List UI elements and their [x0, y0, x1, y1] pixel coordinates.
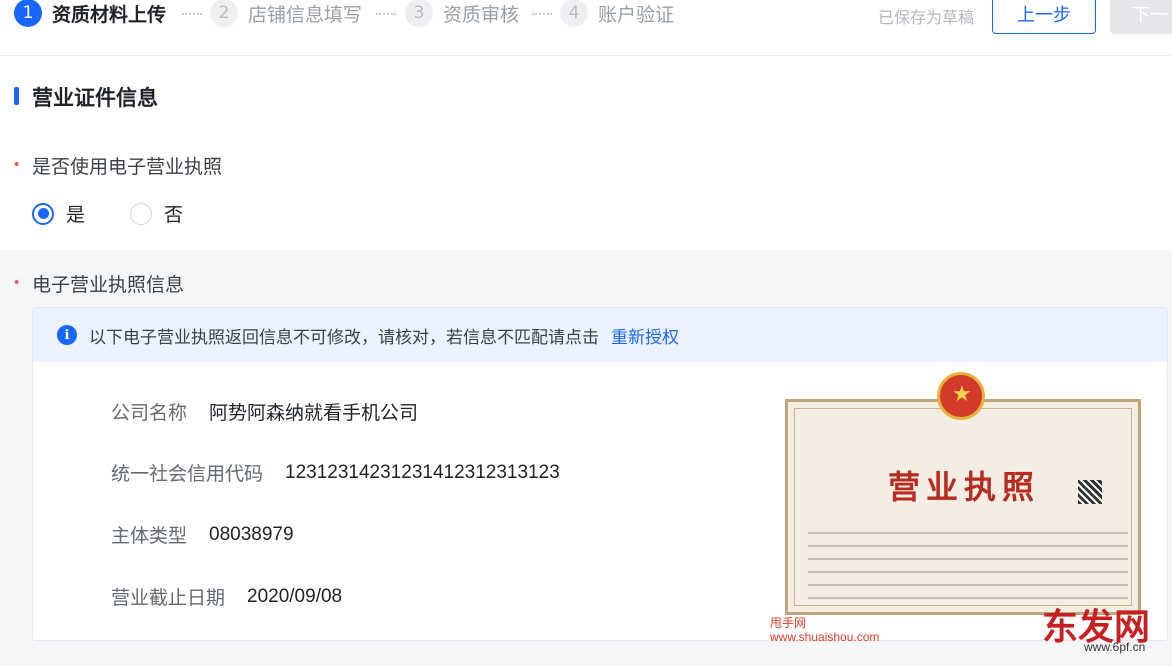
reauthorize-link[interactable]: 重新授权: [611, 323, 679, 348]
field-key: 主体类型: [111, 526, 188, 547]
radio-no[interactable]: 否: [130, 200, 183, 227]
step-1: 1 资质材料上传: [14, 0, 166, 28]
field-key: 营业截止日期: [111, 588, 226, 609]
section-title: 营业证件信息: [32, 87, 158, 110]
required-mark: •: [14, 274, 20, 291]
notice-bar: i 以下电子营业执照返回信息不可修改，请核对，若信息不匹配请点击 重新授权: [33, 308, 1167, 362]
business-license-image: 营业执照: [785, 372, 1141, 622]
info-icon: i: [57, 325, 77, 345]
field-company-name: 公司名称 阿势阿森纳就看手机公司: [111, 398, 418, 425]
radio-unchecked-icon[interactable]: [130, 202, 152, 225]
steps-header: 1 资质材料上传 2 店铺信息填写 3 资质审核 4 账户验证 已保存为草稿 上…: [0, 0, 1172, 56]
radio-no-label[interactable]: 否: [164, 200, 183, 227]
required-mark: •: [14, 156, 20, 173]
step-4: 4 账户验证: [560, 0, 674, 28]
section-title-bar: [14, 87, 19, 105]
watermark-site-name: 甩手网: [770, 616, 807, 630]
field-key: 公司名称: [111, 403, 188, 424]
field-entity-type: 主体类型 08038979: [111, 521, 294, 548]
license-info-label: 电子营业执照信息: [32, 275, 185, 296]
step-3: 3 资质审核: [405, 0, 519, 28]
license-title: 营业执照: [888, 468, 1041, 506]
field-value: 12312314231231412312313123: [285, 461, 560, 483]
radio-yes-label[interactable]: 是: [66, 200, 85, 227]
prev-step-button[interactable]: 上一步: [992, 0, 1096, 34]
step-label: 店铺信息填写: [248, 4, 363, 26]
step-separator: [182, 13, 202, 15]
field-value: 阿势阿森纳就看手机公司: [209, 403, 419, 424]
step-label: 账户验证: [598, 4, 675, 26]
step-number: 2: [210, 0, 238, 27]
step-number: 4: [560, 0, 588, 27]
draft-status: 已保存为草稿: [878, 10, 975, 27]
watermark-site-url: www.shuaishou.com: [770, 630, 880, 644]
use-e-license-label: 是否使用电子营业执照: [32, 157, 223, 178]
license-info-panel: i 以下电子营业执照返回信息不可修改，请核对，若信息不匹配请点击 重新授权 公司…: [32, 307, 1168, 641]
notice-text: 以下电子营业执照返回信息不可修改，请核对，若信息不匹配请点击: [89, 327, 599, 347]
field-expiry-date: 营业截止日期 2020/09/08: [111, 583, 342, 610]
field-key: 统一社会信用代码: [111, 464, 264, 485]
field-value: 08038979: [209, 523, 294, 545]
radio-checked-icon[interactable]: [32, 202, 54, 225]
step-label: 资质材料上传: [52, 4, 167, 26]
step-label: 资质审核: [443, 4, 520, 26]
radio-yes[interactable]: 是: [32, 200, 85, 227]
field-credit-code: 统一社会信用代码 12312314231231412312313123: [111, 459, 560, 486]
step-number: 3: [405, 0, 433, 27]
national-emblem-icon: [937, 372, 985, 420]
step-separator: [376, 13, 396, 15]
next-step-button[interactable]: 下一: [1110, 0, 1172, 34]
step-separator: [532, 13, 552, 15]
field-value: 2020/09/08: [247, 585, 343, 607]
watermark-logo-url: www.6pf.cn: [1084, 640, 1146, 654]
license-frame: 营业执照: [785, 399, 1141, 615]
qr-code-icon: [1078, 480, 1102, 504]
step-2: 2 店铺信息填写: [210, 0, 362, 28]
step-number: 1: [14, 0, 42, 27]
